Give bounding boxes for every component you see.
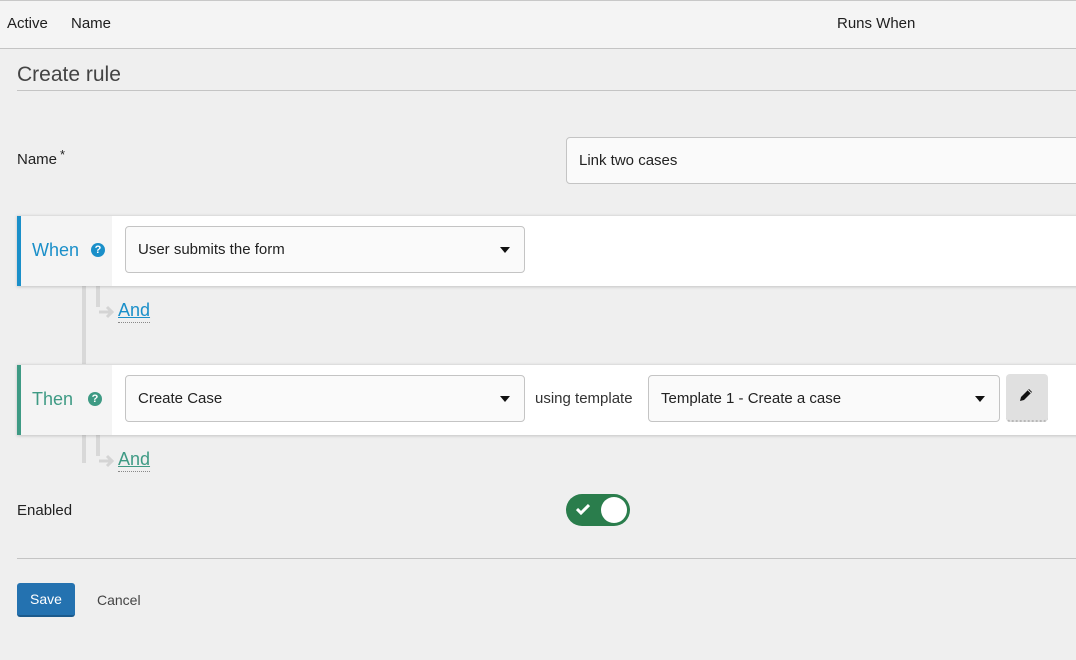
rules-table-header: Active Name Runs When	[0, 0, 1076, 49]
check-icon	[576, 503, 590, 515]
trigger-select-value: User submits the form	[138, 241, 285, 258]
required-marker: *	[60, 147, 66, 162]
name-label-text: Name	[17, 151, 58, 168]
when-and-link[interactable]: And	[118, 300, 151, 323]
title-divider	[17, 90, 1076, 91]
using-template-label: using template	[535, 390, 633, 407]
column-header-active[interactable]: Active	[7, 15, 48, 32]
page-title: Create rule	[17, 63, 121, 86]
connector-line	[96, 285, 100, 307]
connector-line	[96, 434, 100, 456]
template-select-value: Template 1 - Create a case	[661, 390, 842, 407]
edit-template-button[interactable]	[1006, 374, 1048, 422]
action-select[interactable]: Create Case	[125, 375, 525, 422]
arrow-right-icon	[99, 305, 115, 319]
caret-down-icon	[975, 396, 985, 402]
name-label: Name *	[17, 147, 65, 168]
arrow-right-icon	[99, 454, 115, 468]
question-circle-icon[interactable]: ?	[88, 392, 102, 406]
pencil-icon	[1020, 389, 1032, 401]
connector-line	[82, 434, 86, 463]
template-select[interactable]: Template 1 - Create a case	[648, 375, 1000, 422]
then-and-link[interactable]: And	[118, 449, 151, 472]
enabled-label: Enabled	[17, 502, 73, 519]
cancel-button[interactable]: Cancel	[97, 592, 141, 608]
enabled-toggle[interactable]	[566, 494, 630, 526]
when-keyword: When	[32, 240, 80, 260]
rule-name-input[interactable]	[566, 137, 1076, 184]
column-header-runs-when[interactable]: Runs When	[837, 15, 915, 32]
question-circle-icon[interactable]: ?	[91, 243, 105, 257]
save-button[interactable]: Save	[17, 583, 75, 617]
caret-down-icon	[500, 396, 510, 402]
when-header: When ?	[21, 216, 112, 286]
toggle-knob	[601, 497, 627, 523]
action-select-value: Create Case	[138, 390, 223, 407]
trigger-select[interactable]: User submits the form	[125, 226, 525, 273]
caret-down-icon	[500, 247, 510, 253]
then-keyword: Then	[32, 389, 74, 409]
footer-divider	[17, 558, 1076, 559]
then-block: Then ? Create Case using template Templa…	[17, 364, 1076, 435]
when-block: When ? User submits the form	[17, 215, 1076, 286]
column-header-name[interactable]: Name	[71, 15, 111, 32]
then-header: Then ?	[21, 365, 112, 435]
connector-line	[82, 285, 86, 364]
